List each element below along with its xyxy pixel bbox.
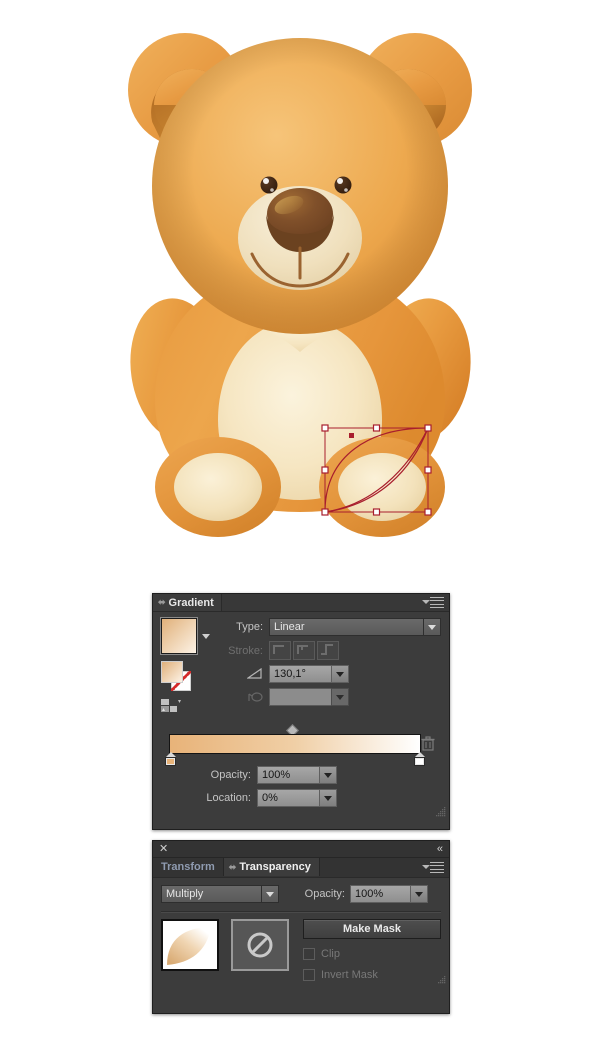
transparency-opacity-field[interactable]: 100%	[350, 885, 428, 903]
clip-label: Clip	[321, 948, 340, 960]
gradient-angle-value: 130,1°	[269, 665, 331, 683]
screenshot-root: ⬌ Gradient Type: Linear Stroke: 130,1° O…	[0, 0, 600, 1051]
stroke-along-button[interactable]	[293, 641, 315, 660]
gradient-swatch-dropdown-icon[interactable]	[202, 633, 210, 639]
tab-transform[interactable]: Transform	[153, 858, 224, 876]
tab-transparency-label: Transparency	[239, 861, 311, 873]
gradient-type-value: Linear	[269, 618, 423, 636]
delete-stop-icon[interactable]	[421, 736, 435, 752]
gradient-stop-end[interactable]	[414, 752, 425, 766]
mask-row: Make Mask Clip Invert Mask	[161, 919, 441, 981]
transparency-panel[interactable]: ✕ « Transform ⬌ Transparency Multiply Op…	[152, 840, 450, 1014]
transparency-controls-row: Multiply Opacity: 100%	[161, 885, 441, 903]
illustration-canvas	[0, 0, 600, 580]
gradient-panel-title: Gradient	[168, 596, 214, 609]
gradient-angle-row: 130,1°	[225, 665, 441, 683]
gradient-opacity-row: Opacity: 100%	[161, 766, 441, 784]
gradient-location-row: Location: 0%	[161, 789, 441, 807]
gradient-opacity-value: 100%	[257, 766, 319, 784]
fill-swatch[interactable]	[161, 661, 183, 683]
gradient-opacity-field[interactable]: 100%	[257, 766, 337, 784]
make-mask-button[interactable]: Make Mask	[303, 919, 441, 939]
blend-mode-caret-icon[interactable]	[261, 885, 279, 903]
object-thumbnail[interactable]	[161, 919, 219, 971]
gradient-location-caret-icon[interactable]	[319, 789, 337, 807]
gradient-ramp[interactable]	[169, 734, 421, 754]
gradient-fill-swatch[interactable]	[160, 617, 198, 655]
gradient-opacity-label: Opacity:	[210, 769, 251, 781]
blend-mode-select[interactable]: Multiply	[161, 885, 279, 903]
collapse-panel-icon[interactable]: «	[437, 844, 443, 855]
gradient-opacity-caret-icon[interactable]	[319, 766, 337, 784]
transparency-opacity-value: 100%	[350, 885, 410, 903]
tab-grip-icon: ⬌	[228, 862, 237, 872]
invert-mask-checkbox-row[interactable]: Invert Mask	[303, 969, 441, 981]
transparency-panel-resize-grip[interactable]	[436, 976, 446, 986]
stroke-across-button[interactable]	[317, 641, 339, 660]
panel-menu-caret-icon[interactable]	[422, 865, 430, 869]
gradient-type-select[interactable]: Linear	[269, 618, 441, 636]
gradient-stop-start[interactable]	[165, 752, 176, 766]
transparency-divider	[161, 911, 441, 913]
gradient-panel-titlebar[interactable]: ⬌ Gradient	[153, 594, 449, 612]
gradient-location-field[interactable]: 0%	[257, 789, 337, 807]
angle-icon	[225, 668, 263, 680]
aspect-ratio-icon	[225, 691, 263, 703]
stroke-within-button[interactable]	[269, 641, 291, 660]
transparency-opacity-label: Opacity:	[304, 888, 345, 900]
fill-stroke-indicator[interactable]	[161, 661, 195, 691]
transparency-tabbar[interactable]: Transform ⬌ Transparency	[153, 858, 449, 878]
gradient-panel-menu-icon[interactable]	[430, 597, 444, 608]
gradient-panel-body: Type: Linear Stroke: 130,1° Opacity: 100…	[153, 612, 449, 820]
blend-mode-value: Multiply	[161, 885, 261, 903]
gradient-stroke-row: Stroke:	[225, 641, 441, 660]
gradient-aspect-caret-icon	[331, 688, 349, 706]
type-label: Type:	[236, 621, 263, 633]
teddy-bear-illustration	[128, 33, 472, 537]
gradient-slider[interactable]	[161, 724, 441, 766]
tab-grip-icon: ⬌	[158, 597, 166, 607]
clip-checkbox[interactable]	[303, 948, 315, 960]
reverse-gradient-icon[interactable]	[161, 699, 223, 716]
bear-muzzle	[238, 186, 362, 290]
gradient-panel[interactable]: ⬌ Gradient Type: Linear Stroke: 130,1° O…	[152, 593, 450, 830]
stroke-label: Stroke:	[228, 644, 263, 657]
close-icon[interactable]: ✕	[159, 844, 168, 855]
transparency-panel-body: Multiply Opacity: 100% Make Mask Clip In…	[153, 878, 449, 989]
invert-mask-checkbox[interactable]	[303, 969, 315, 981]
no-mask-thumbnail[interactable]	[231, 919, 289, 971]
gradient-angle-caret-icon[interactable]	[331, 665, 349, 683]
gradient-panel-resize-grip[interactable]	[436, 807, 446, 817]
transparency-opacity-caret-icon[interactable]	[410, 885, 428, 903]
gradient-location-label: Location:	[206, 792, 251, 804]
panel-menu-caret-icon[interactable]	[422, 600, 430, 604]
gradient-aspect-row	[225, 688, 441, 706]
tab-gradient[interactable]: ⬌ Gradient	[153, 594, 222, 611]
gradient-aspect-field	[269, 688, 349, 706]
gradient-type-caret-icon[interactable]	[423, 618, 441, 636]
gradient-type-row: Type: Linear	[225, 618, 441, 636]
gradient-aspect-value	[269, 688, 331, 706]
transparency-dock-bar[interactable]: ✕ «	[153, 841, 449, 858]
transparency-panel-menu-icon[interactable]	[430, 862, 444, 873]
gradient-location-value: 0%	[257, 789, 319, 807]
tab-transparency[interactable]: ⬌ Transparency	[223, 858, 320, 876]
invert-mask-label: Invert Mask	[321, 969, 378, 981]
gradient-angle-field[interactable]: 130,1°	[269, 665, 349, 683]
clip-checkbox-row[interactable]: Clip	[303, 948, 441, 960]
